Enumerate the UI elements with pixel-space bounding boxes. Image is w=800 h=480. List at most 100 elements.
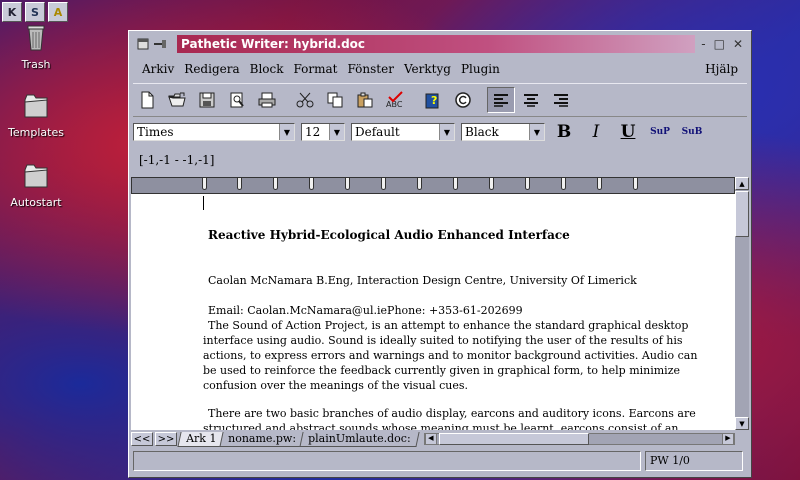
prev-sheet-button[interactable]: << — [131, 432, 153, 446]
shell-launcher-button[interactable]: S — [25, 2, 45, 22]
desktop-icon-label: Templates — [8, 126, 64, 139]
tab-stop[interactable] — [417, 178, 422, 190]
menu-verktyg[interactable]: Verktyg — [399, 62, 456, 76]
document-title: Reactive Hybrid-Ecological Audio Enhance… — [208, 228, 570, 242]
color-value: Black — [465, 125, 499, 139]
tab-stop[interactable] — [202, 178, 207, 190]
cut-button[interactable] — [291, 87, 319, 113]
align-right-icon — [554, 94, 568, 107]
menu-fonster[interactable]: Fönster — [343, 62, 399, 76]
paste-button[interactable] — [351, 87, 379, 113]
minimize-button[interactable]: - — [701, 37, 705, 51]
print-button[interactable] — [253, 87, 281, 113]
tab-stop[interactable] — [381, 178, 386, 190]
preview-button[interactable] — [223, 87, 251, 113]
italic-button[interactable]: I — [583, 121, 609, 143]
bold-button[interactable]: B — [551, 121, 577, 143]
writer-window: Pathetic Writer: hybrid.doc - □ ✕ Arkiv … — [128, 30, 752, 478]
scroll-thumb[interactable] — [735, 191, 749, 237]
sheet-tab-label: plainUmlaute.doc: — [308, 431, 411, 445]
menu-block[interactable]: Block — [245, 62, 289, 76]
menu-plugin[interactable]: Plugin — [456, 62, 505, 76]
folder-icon — [24, 94, 48, 118]
font-family-value: Times — [137, 125, 174, 139]
tab-stop[interactable] — [489, 178, 494, 190]
superscript-button[interactable]: SuP — [647, 121, 673, 143]
copyright-icon — [455, 92, 471, 108]
open-button[interactable] — [163, 87, 191, 113]
style-select[interactable]: Default ▼ — [351, 123, 455, 141]
menu-help[interactable]: Hjälp — [700, 62, 743, 76]
scroll-up-icon[interactable]: ▲ — [735, 177, 749, 190]
chevron-down-icon[interactable]: ▼ — [529, 124, 544, 140]
horizontal-scrollbar[interactable]: ◀ ▶ — [423, 433, 735, 445]
sheet-tab-plainumlaute[interactable]: plainUmlaute.doc: — [299, 431, 420, 447]
align-left-button[interactable] — [487, 87, 515, 113]
scroll-down-icon[interactable]: ▼ — [735, 417, 749, 430]
sheet-tab-label: noname.pw: — [228, 431, 297, 445]
align-right-button[interactable] — [547, 87, 575, 113]
spellcheck-button[interactable]: ABC — [381, 87, 409, 113]
align-center-icon — [524, 94, 538, 107]
spellcheck-icon: ABC — [386, 91, 403, 109]
about-button[interactable] — [449, 87, 477, 113]
color-select[interactable]: Black ▼ — [461, 123, 545, 141]
maximize-button[interactable]: □ — [714, 37, 725, 51]
scroll-left-icon[interactable]: ◀ — [424, 433, 437, 445]
tab-stop[interactable] — [273, 178, 278, 190]
underline-button[interactable]: U — [615, 121, 641, 143]
copy-button[interactable] — [321, 87, 349, 113]
style-value: Default — [355, 125, 400, 139]
chevron-down-icon[interactable]: ▼ — [329, 124, 344, 140]
window-menu-icon[interactable] — [137, 38, 149, 50]
tab-stop[interactable] — [597, 178, 602, 190]
k-menu-button[interactable]: K — [2, 2, 22, 22]
close-button[interactable]: ✕ — [733, 37, 743, 51]
tab-stop[interactable] — [309, 178, 314, 190]
desktop-autostart[interactable]: Autostart — [0, 160, 72, 209]
document-area[interactable]: Reactive Hybrid-Ecological Audio Enhance… — [131, 194, 735, 430]
menu-redigera[interactable]: Redigera — [179, 62, 244, 76]
desktop-trash[interactable]: Trash — [0, 22, 72, 71]
menu-format[interactable]: Format — [289, 62, 343, 76]
tab-stop[interactable] — [237, 178, 242, 190]
font-family-select[interactable]: Times ▼ — [133, 123, 295, 141]
tab-stop[interactable] — [453, 178, 458, 190]
new-button[interactable] — [133, 87, 161, 113]
scroll-right-icon[interactable]: ▶ — [722, 433, 734, 445]
page-indicator: PW 1/0 — [645, 451, 743, 471]
tab-stop[interactable] — [525, 178, 530, 190]
status-message — [133, 451, 641, 471]
tab-stop[interactable] — [633, 178, 638, 190]
chevron-down-icon[interactable]: ▼ — [279, 124, 294, 140]
font-size-select[interactable]: 12 ▼ — [301, 123, 345, 141]
ruler[interactable] — [131, 177, 735, 194]
pin-icon[interactable] — [153, 38, 167, 50]
tab-stop[interactable] — [345, 178, 350, 190]
subscript-button[interactable]: SuB — [679, 121, 705, 143]
desktop-icon-label: Autostart — [10, 196, 62, 209]
save-disk-icon — [199, 92, 215, 108]
tab-stop[interactable] — [561, 178, 566, 190]
svg-text:ABC: ABC — [386, 100, 403, 109]
author-line: Caolan McNamara B.Eng, Interaction Desig… — [208, 274, 637, 287]
title-bar[interactable]: Pathetic Writer: hybrid.doc - □ ✕ — [131, 33, 749, 55]
paste-clipboard-icon — [357, 92, 373, 108]
vertical-scrollbar[interactable]: ▲ ▼ — [735, 177, 749, 430]
menu-arkiv[interactable]: Arkiv — [137, 62, 179, 76]
status-bar: PW 1/0 — [133, 451, 747, 471]
app-launcher-button[interactable]: A — [48, 2, 68, 22]
save-button[interactable] — [193, 87, 221, 113]
desktop-templates[interactable]: Templates — [0, 90, 72, 139]
help-book-icon: ? — [425, 93, 439, 109]
sheet-tab-label: Ark 1 — [186, 431, 217, 445]
print-preview-icon — [230, 92, 244, 108]
next-sheet-button[interactable]: >> — [155, 432, 177, 446]
text-cursor — [203, 196, 204, 210]
sheet-tab-noname[interactable]: noname.pw: — [219, 431, 305, 447]
chevron-down-icon[interactable]: ▼ — [439, 124, 454, 140]
help-button[interactable]: ? — [419, 87, 447, 113]
sheet-tab-ark1[interactable]: Ark 1 — [177, 431, 225, 447]
scroll-thumb[interactable] — [438, 433, 589, 445]
align-center-button[interactable] — [517, 87, 545, 113]
